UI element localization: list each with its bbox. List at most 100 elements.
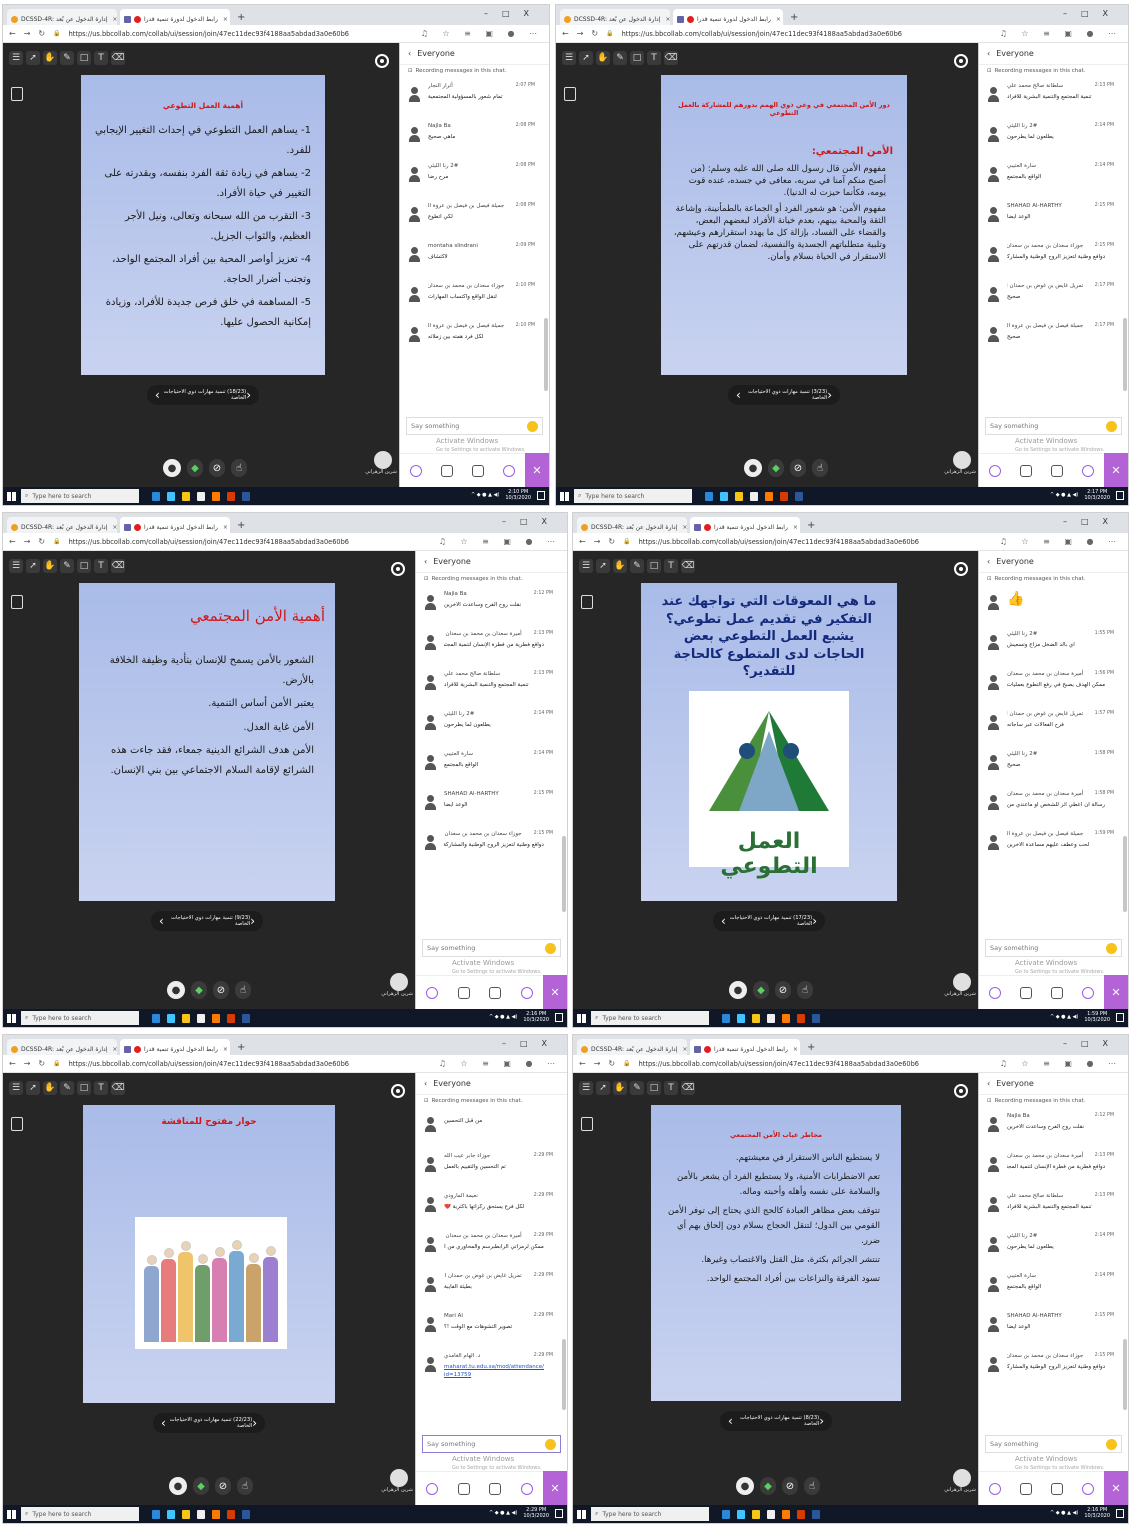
url-field[interactable]: https://us.bbcollab.com/collab/ui/sessio… [69, 1060, 431, 1068]
chat-tab-icon[interactable] [988, 464, 1001, 477]
url-field[interactable]: https://us.bbcollab.com/collab/ui/sessio… [69, 538, 431, 546]
chat-input[interactable]: Say something [422, 1435, 561, 1453]
close-panel-button[interactable]: ✕ [1104, 1471, 1128, 1505]
chat-back-icon[interactable]: ‹ [987, 49, 990, 58]
close-window-button[interactable]: X [1103, 9, 1122, 18]
menu-icon[interactable]: ☰ [579, 1081, 593, 1095]
chat-tab-icon[interactable] [988, 986, 1001, 999]
minimize-button[interactable]: – [502, 517, 520, 526]
browser-tab-active[interactable]: رابط الدخول لدورة تنمية قدرا × [120, 9, 230, 25]
taskbar-app-icon[interactable] [167, 1013, 175, 1023]
text-icon[interactable]: T [664, 559, 678, 573]
browser-tab-collab[interactable]: DCSSD-4R: إدارة الدخول عن بُعد × [577, 1039, 687, 1055]
microphone-icon[interactable]: ◆ [191, 981, 207, 999]
shape-icon[interactable]: □ [77, 1081, 91, 1095]
settings-gear-icon[interactable] [1082, 464, 1095, 477]
raise-hand-icon[interactable]: ☝ [237, 1477, 253, 1495]
windows-start-icon[interactable] [7, 1013, 16, 1023]
taskbar-app-icon[interactable] [212, 1509, 220, 1519]
share-content-icon[interactable] [489, 986, 502, 999]
chat-input[interactable]: Say something [985, 1435, 1122, 1453]
browser-tab-collab[interactable]: DCSSD-4R: إدارة الدخول عن بُعد × [577, 517, 687, 533]
chat-back-icon[interactable]: ‹ [987, 1079, 990, 1088]
camera-off-icon[interactable]: ⊘ [790, 459, 806, 477]
new-tab-button[interactable]: + [786, 12, 802, 25]
close-panel-button[interactable]: ✕ [1104, 453, 1128, 487]
camera-off-icon[interactable]: ⊘ [213, 981, 229, 999]
attendees-tab-icon[interactable] [457, 986, 470, 999]
next-slide-icon[interactable]: › [819, 1414, 824, 1428]
new-tab-button[interactable]: + [233, 1042, 249, 1055]
browser-tab-collab[interactable]: DCSSD-4R: إدارة الدخول عن بُعد × [7, 9, 117, 25]
pen-icon[interactable]: ✎ [613, 51, 627, 65]
reload-icon[interactable]: ↻ [608, 1059, 615, 1068]
taskbar-app-icon[interactable] [197, 1509, 205, 1519]
next-slide-icon[interactable]: › [250, 914, 255, 928]
hand-icon[interactable]: ✋ [613, 559, 627, 573]
raise-hand-icon[interactable]: ☝ [797, 981, 813, 999]
taskbar-app-icon[interactable] [182, 1509, 190, 1519]
attendees-tab-icon[interactable] [1019, 464, 1032, 477]
settings-gear-icon[interactable] [521, 1482, 534, 1495]
attendees-tab-icon[interactable] [1019, 1482, 1032, 1495]
maximize-button[interactable]: □ [1081, 517, 1103, 526]
hand-icon[interactable]: ✋ [43, 559, 57, 573]
pen-icon[interactable]: ✎ [60, 559, 74, 573]
emoji-picker-icon[interactable] [545, 942, 556, 954]
taskbar-app-icon[interactable] [750, 491, 758, 501]
my-avatar-icon[interactable]: ● [744, 459, 762, 477]
url-field[interactable]: https://us.bbcollab.com/collab/ui/sessio… [622, 30, 992, 38]
record-button[interactable] [391, 1084, 405, 1098]
forward-icon[interactable]: → [24, 1059, 31, 1068]
microphone-icon[interactable]: ◆ [760, 1477, 776, 1495]
notes-icon[interactable] [581, 595, 593, 609]
microphone-icon[interactable]: ◆ [193, 1477, 209, 1495]
chat-scrollbar[interactable] [544, 318, 548, 392]
taskbar-app-icon[interactable] [227, 1013, 235, 1023]
browser-tab-active[interactable]: رابط الدخول لدورة تنمية قدرا × [120, 1039, 230, 1055]
message-link[interactable]: maharat.tu.edu.sa/mod/attendance/manage.… [444, 1364, 544, 1379]
forward-icon[interactable]: → [577, 29, 584, 38]
back-icon[interactable]: ← [562, 29, 569, 38]
taskbar-app-icon[interactable] [212, 1013, 220, 1023]
tab-close-icon[interactable]: × [112, 524, 117, 531]
taskbar-app-icon[interactable] [227, 491, 235, 501]
tray-icons[interactable]: ^ ◆ ● ▲ ◀) [1050, 1014, 1078, 1020]
eraser-icon[interactable]: ⌫ [681, 1081, 695, 1095]
browser-toolbar-icons[interactable]: ♫ ☆ ≡ ▣ ● ⋯ [421, 29, 543, 38]
new-tab-button[interactable]: + [233, 520, 249, 533]
pen-icon[interactable]: ✎ [630, 1081, 644, 1095]
new-tab-button[interactable]: + [233, 12, 249, 25]
taskbar-app-icon[interactable] [722, 1509, 730, 1519]
taskbar-app-icon[interactable] [242, 491, 250, 501]
taskbar-app-icon[interactable] [152, 1013, 160, 1023]
chat-input[interactable]: Say something [406, 417, 543, 435]
camera-off-icon[interactable]: ⊘ [782, 1477, 798, 1495]
pointer-icon[interactable]: ➚ [579, 51, 593, 65]
hand-icon[interactable]: ✋ [613, 1081, 627, 1095]
my-avatar-icon[interactable]: ● [167, 981, 185, 999]
close-window-button[interactable]: X [1103, 517, 1122, 526]
camera-off-icon[interactable]: ⊘ [209, 459, 225, 477]
maximize-button[interactable]: □ [520, 517, 542, 526]
hand-icon[interactable]: ✋ [43, 51, 57, 65]
eraser-icon[interactable]: ⌫ [681, 559, 695, 573]
notification-icon[interactable] [537, 490, 545, 500]
menu-icon[interactable]: ☰ [562, 51, 576, 65]
text-icon[interactable]: T [664, 1081, 678, 1095]
tray-icons[interactable]: ^ ◆ ● ▲ ◀) [1050, 492, 1078, 498]
browser-toolbar-icons[interactable]: ♫ ☆ ≡ ▣ ● ⋯ [1000, 1059, 1122, 1068]
record-button[interactable] [375, 54, 389, 68]
taskbar-app-icon[interactable] [780, 491, 788, 501]
shape-icon[interactable]: □ [77, 559, 91, 573]
taskbar-search[interactable]: ⌕ Type here to search [591, 1507, 709, 1521]
settings-gear-icon[interactable] [1082, 986, 1095, 999]
notes-icon[interactable] [581, 1117, 593, 1131]
raise-hand-icon[interactable]: ☝ [812, 459, 828, 477]
chat-tab-icon[interactable] [425, 1482, 438, 1495]
browser-tab-collab[interactable]: DCSSD-4R: إدارة الدخول عن بُعد × [560, 9, 670, 25]
notes-icon[interactable] [11, 595, 23, 609]
raise-hand-icon[interactable]: ☝ [804, 1477, 820, 1495]
text-icon[interactable]: T [94, 559, 108, 573]
browser-toolbar-icons[interactable]: ♫ ☆ ≡ ▣ ● ⋯ [439, 1059, 561, 1068]
